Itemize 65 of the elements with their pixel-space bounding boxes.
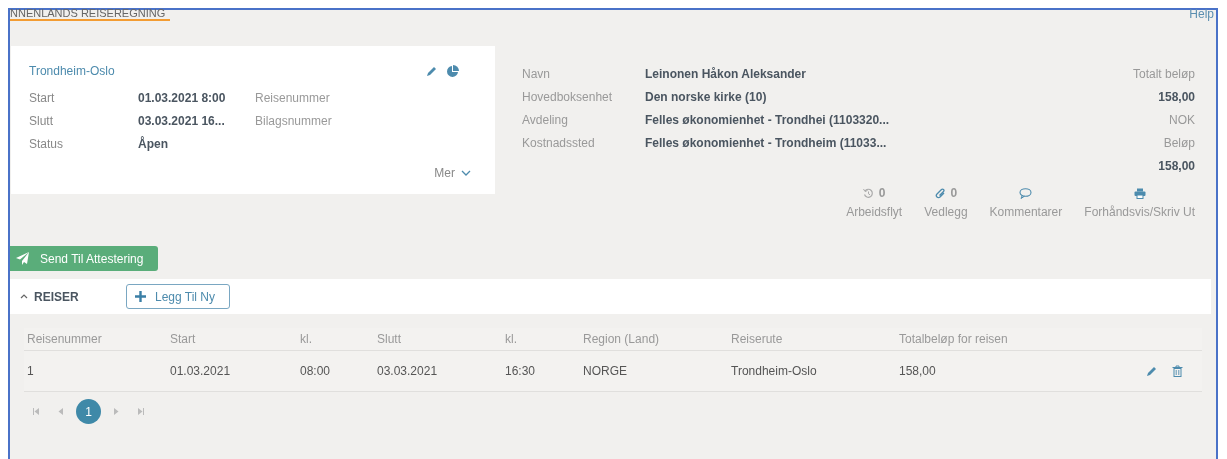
next-page-icon[interactable] [113,408,120,415]
send-for-approval-button[interactable]: Send Til Attestering [10,246,158,271]
table-cell-text: 158,00 [898,363,937,380]
paperclip-icon [934,187,946,199]
field-value: 03.03.2021 16... [138,112,226,130]
help-link[interactable]: Help [1189,9,1216,19]
add-new-button[interactable]: Legg Til Ny [126,284,230,309]
last-page-icon[interactable] [138,408,145,415]
column-header: Reiserute [730,331,784,348]
table-cell-text: 01.03.2021 [169,363,232,380]
field-value: 01.03.2021 8:00 [138,89,227,107]
previous-page-icon[interactable] [57,408,64,415]
pencil-icon[interactable] [426,65,438,77]
section-title[interactable]: REISER [34,287,126,306]
plus-icon [135,291,146,302]
first-page-icon[interactable] [32,408,39,415]
column-header: kl. [504,331,518,348]
trash-icon[interactable] [1172,365,1183,377]
field-label: Bilagsnummer [255,112,332,130]
column-header: Slutt [376,331,402,348]
field-label: Hovedboksenhet [522,88,614,106]
field-value: Felles økonomienhet - Trondheim (11033... [645,134,888,152]
speech-bubble-icon [1019,187,1033,199]
field-label: Navn [522,65,551,83]
table-cell-text: 03.03.2021 [376,363,439,380]
field-label: Slutt [29,112,54,130]
field-label: Status [29,135,65,153]
comment-button[interactable]: Kommentarer [989,187,1063,221]
amount-label: Beløp [1163,134,1195,152]
amount-label: NOK [1169,111,1195,129]
field-value: Den norske kirke (10) [645,88,768,106]
workflow-button[interactable]: 0 Arbeidsflyt [846,187,903,221]
column-header: kl. [299,331,313,348]
page-title: NNENLANDS REISEREGNING [10,8,170,21]
printer-icon [1133,187,1146,199]
field-value: Leinonen Håkon Aleksander [645,65,807,83]
paper-plane-icon [16,252,30,265]
table-cell-text: 1 [26,363,35,380]
table-cell-text: Trondheim-Oslo [730,363,818,380]
page-button[interactable]: 1 [76,399,101,424]
column-header: Reisenummer [26,331,103,348]
attachment-button[interactable]: 0 Vedlegg [924,187,968,221]
table-cell-text: 08:00 [299,363,332,380]
trip-title: Trondheim-Oslo [29,63,115,80]
amount-value: 158,00 [1158,157,1195,175]
field-label: Kostnadssted [522,134,596,152]
field-label: Start [29,89,56,107]
table-cell-text: 16:30 [504,363,537,380]
table-cell-text: NORGE [582,363,628,380]
pie-chart-icon[interactable] [446,64,459,78]
amount-label: Totalt beløp [1132,65,1195,83]
field-label: Avdeling [522,111,569,129]
chevron-up-icon[interactable] [20,294,28,299]
more-link[interactable]: Mer [434,164,455,182]
amount-value: 158,00 [1158,88,1195,106]
column-header: Region (Land) [582,331,661,348]
chevron-down-icon[interactable] [461,170,471,176]
field-value: Felles økonomienhet - Trondhei (1103320... [645,111,891,129]
column-header: Start [169,331,197,348]
history-icon [862,187,874,199]
field-value: Åpen [138,135,169,153]
pencil-icon[interactable] [1146,365,1158,377]
field-label: Reisenummer [255,89,330,107]
column-header: Totalbeløp for reisen [898,331,1009,348]
print-button[interactable]: Forhåndsvis/Skriv Ut [1084,187,1195,221]
